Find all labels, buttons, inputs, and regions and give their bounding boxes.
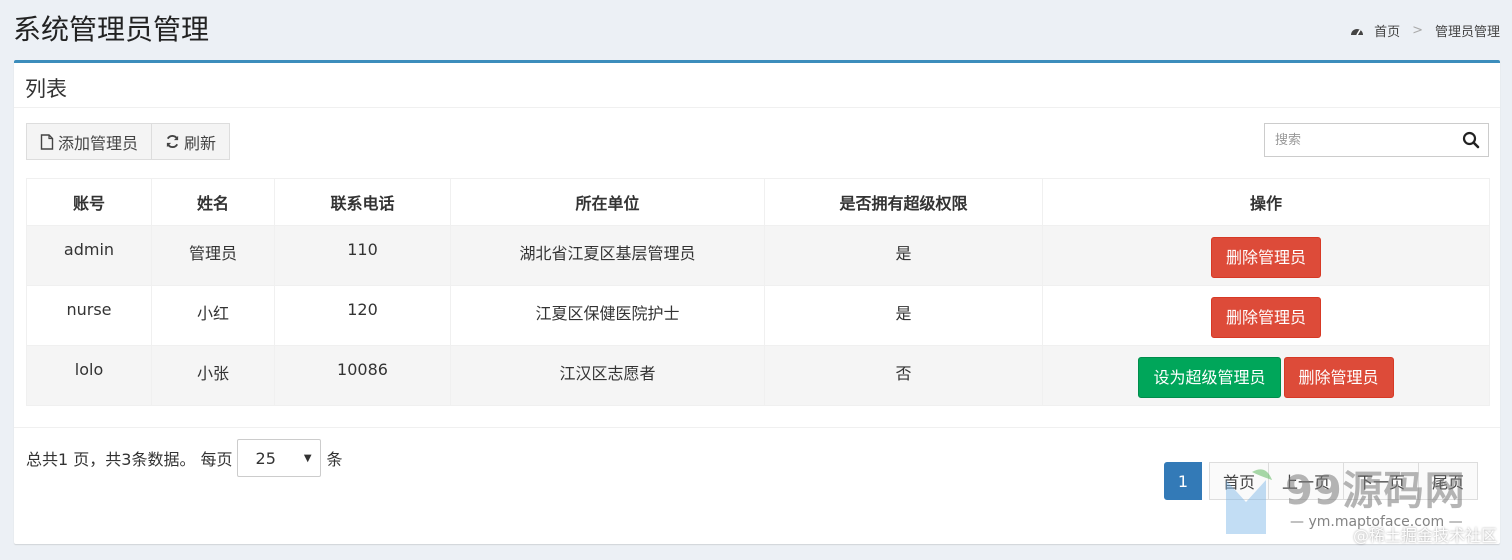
cell-account: nurse bbox=[26, 285, 152, 346]
search-input[interactable] bbox=[1265, 124, 1457, 156]
table-header-row: 账号 姓名 联系电话 所在单位 是否拥有超级权限 操作 bbox=[26, 178, 1490, 226]
breadcrumb-separator: > bbox=[1412, 23, 1423, 38]
breadcrumb-current: 管理员管理 bbox=[1434, 25, 1500, 40]
cell-unit: 湖北省江夏区基层管理员 bbox=[450, 225, 765, 286]
refresh-button[interactable]: 刷新 bbox=[151, 123, 231, 160]
cell-account: admin bbox=[26, 225, 152, 286]
cell-name: 小红 bbox=[151, 285, 275, 346]
header-actions: 操作 bbox=[1042, 178, 1490, 226]
footer-divider bbox=[14, 427, 1500, 428]
pagination-summary: 总共1 页，共3条数据。 每页 25 ▼ 条 bbox=[26, 439, 343, 477]
cell-unit: 江夏区保健医院护士 bbox=[450, 285, 765, 346]
page-size-select[interactable]: 25 ▼ bbox=[236, 439, 321, 477]
page-1[interactable]: 1 bbox=[1164, 462, 1202, 500]
cell-phone: 120 bbox=[274, 285, 451, 346]
box-header: 列表 bbox=[14, 63, 1500, 108]
summary-text: 总共1 页，共3条数据。 每页 bbox=[26, 450, 233, 469]
header-super[interactable]: 是否拥有超级权限 bbox=[764, 178, 1043, 226]
header-unit[interactable]: 所在单位 bbox=[450, 178, 765, 226]
table-row: nurse 小红 120 江夏区保健医院护士 是 删除管理员 bbox=[26, 285, 1490, 346]
cell-name: 小张 bbox=[151, 345, 275, 406]
search-box bbox=[1264, 123, 1489, 157]
set-super-admin-button[interactable]: 设为超级管理员 bbox=[1138, 357, 1281, 398]
summary-suffix: 条 bbox=[326, 450, 343, 469]
breadcrumb-home[interactable]: 首页 bbox=[1374, 21, 1400, 40]
file-icon bbox=[40, 133, 54, 150]
page-size-value: 25 bbox=[255, 448, 276, 468]
cell-actions: 删除管理员 bbox=[1042, 285, 1490, 346]
cell-actions: 设为超级管理员 删除管理员 bbox=[1042, 345, 1490, 406]
cell-account: lolo bbox=[26, 345, 152, 406]
cell-phone: 10086 bbox=[274, 345, 451, 406]
add-admin-button[interactable]: 添加管理员 bbox=[26, 123, 153, 160]
watermark-corner: @稀土掘金技术社区 bbox=[1353, 526, 1498, 545]
page-title: 系统管理员管理 bbox=[13, 13, 210, 46]
search-icon[interactable] bbox=[1462, 131, 1480, 149]
cell-name: 管理员 bbox=[151, 225, 275, 286]
header-phone[interactable]: 联系电话 bbox=[274, 178, 451, 226]
caret-down-icon: ▼ bbox=[303, 452, 312, 464]
header-name[interactable]: 姓名 bbox=[151, 178, 275, 226]
cell-super: 否 bbox=[764, 345, 1043, 406]
cell-super: 是 bbox=[764, 285, 1043, 346]
add-admin-label: 添加管理员 bbox=[58, 133, 139, 153]
toolbar: 添加管理员 刷新 bbox=[26, 123, 231, 160]
watermark-brand: 99源码网 bbox=[1285, 468, 1466, 514]
delete-admin-button[interactable]: 删除管理员 bbox=[1283, 357, 1394, 398]
refresh-icon bbox=[166, 134, 179, 149]
table-row: admin 管理员 110 湖北省江夏区基层管理员 是 删除管理员 bbox=[26, 225, 1490, 286]
refresh-label: 刷新 bbox=[184, 133, 217, 153]
table-row: lolo 小张 10086 江汉区志愿者 否 设为超级管理员 删除管理员 bbox=[26, 345, 1490, 406]
delete-admin-button[interactable]: 删除管理员 bbox=[1210, 297, 1321, 338]
dashboard-icon bbox=[1351, 28, 1364, 35]
delete-admin-button[interactable]: 删除管理员 bbox=[1210, 237, 1321, 278]
cell-unit: 江汉区志愿者 bbox=[450, 345, 765, 406]
breadcrumb: 首页 > 管理员管理 bbox=[1350, 21, 1500, 40]
admin-table: 账号 姓名 联系电话 所在单位 是否拥有超级权限 操作 admin 管理员 11… bbox=[26, 178, 1490, 406]
box-title: 列表 bbox=[25, 77, 67, 101]
cell-phone: 110 bbox=[274, 225, 451, 286]
cell-actions: 删除管理员 bbox=[1042, 225, 1490, 286]
header-account[interactable]: 账号 bbox=[26, 178, 152, 226]
cell-super: 是 bbox=[764, 225, 1043, 286]
